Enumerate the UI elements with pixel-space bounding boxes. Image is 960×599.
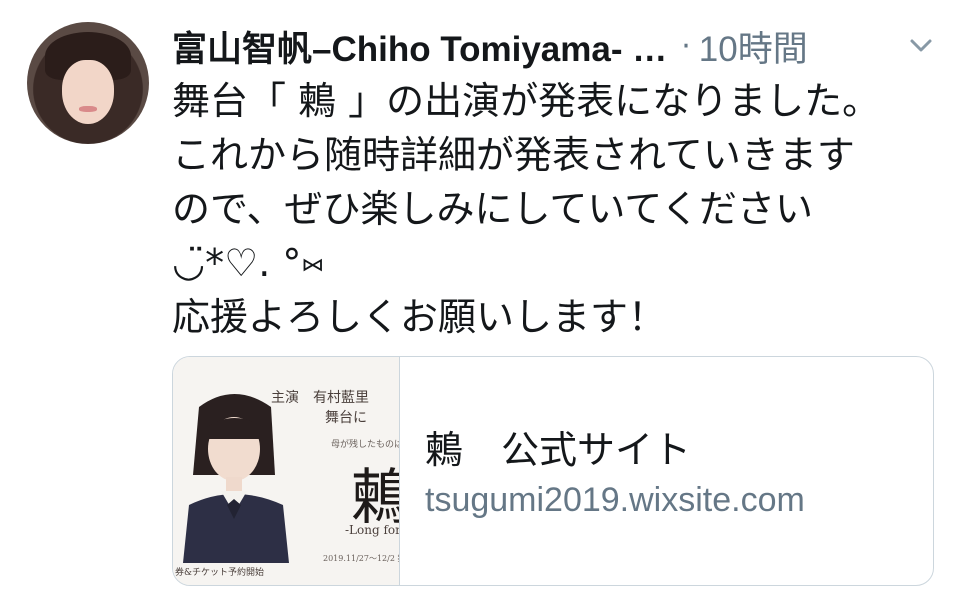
timestamp[interactable]: 10時間 — [699, 21, 808, 72]
chevron-down-icon[interactable] — [906, 30, 936, 60]
poster-portrait-image — [179, 387, 289, 563]
card-url[interactable]: tsugumi2019.wixsite.com — [425, 481, 805, 520]
author-name[interactable]: 富山智帆–Chiho Tomiyama- … — [172, 21, 667, 72]
tweet-text-line: ので、ぜひ楽しみにしていてください — [172, 187, 814, 231]
separator-dot: · — [681, 28, 691, 64]
card-thumbnail[interactable]: 主演 有村藍里 舞台に 母が残したものは、心だ 鶫 -Long for s 20… — [173, 357, 400, 585]
poster-text: 券&チケット予約開始 — [175, 568, 265, 578]
avatar-lip — [79, 106, 97, 112]
tweet-text-line: 舞台「 鶫 」の出演が発表になりました。 — [172, 79, 881, 123]
avatar-face — [62, 60, 114, 124]
link-card[interactable]: 主演 有村藍里 舞台に 母が残したものは、心だ 鶫 -Long for s 20… — [172, 356, 934, 586]
poster-text: 舞台に — [325, 410, 367, 426]
tweet-text-line: 応援よろしくお願いします！ — [172, 295, 667, 339]
poster-text: 2019.11/27〜12/2 築地 — [323, 554, 399, 563]
poster-text: 主演 有村藍里 — [271, 390, 369, 406]
tweet-text-line: これから随時詳細が発表されていきます — [172, 133, 855, 177]
card-title[interactable]: 鶫 公式サイト — [425, 419, 691, 474]
tweet-text-line: ◡̈*♡. °⑅ — [172, 241, 325, 285]
poster-text: -Long for s — [345, 523, 400, 537]
tweet-header: 富山智帆–Chiho Tomiyama- … · 10時間 — [172, 22, 952, 70]
avatar[interactable] — [27, 22, 149, 144]
tweet-text: 舞台「 鶫 」の出演が発表になりました。 これから随時詳細が発表されていきます … — [172, 74, 952, 344]
